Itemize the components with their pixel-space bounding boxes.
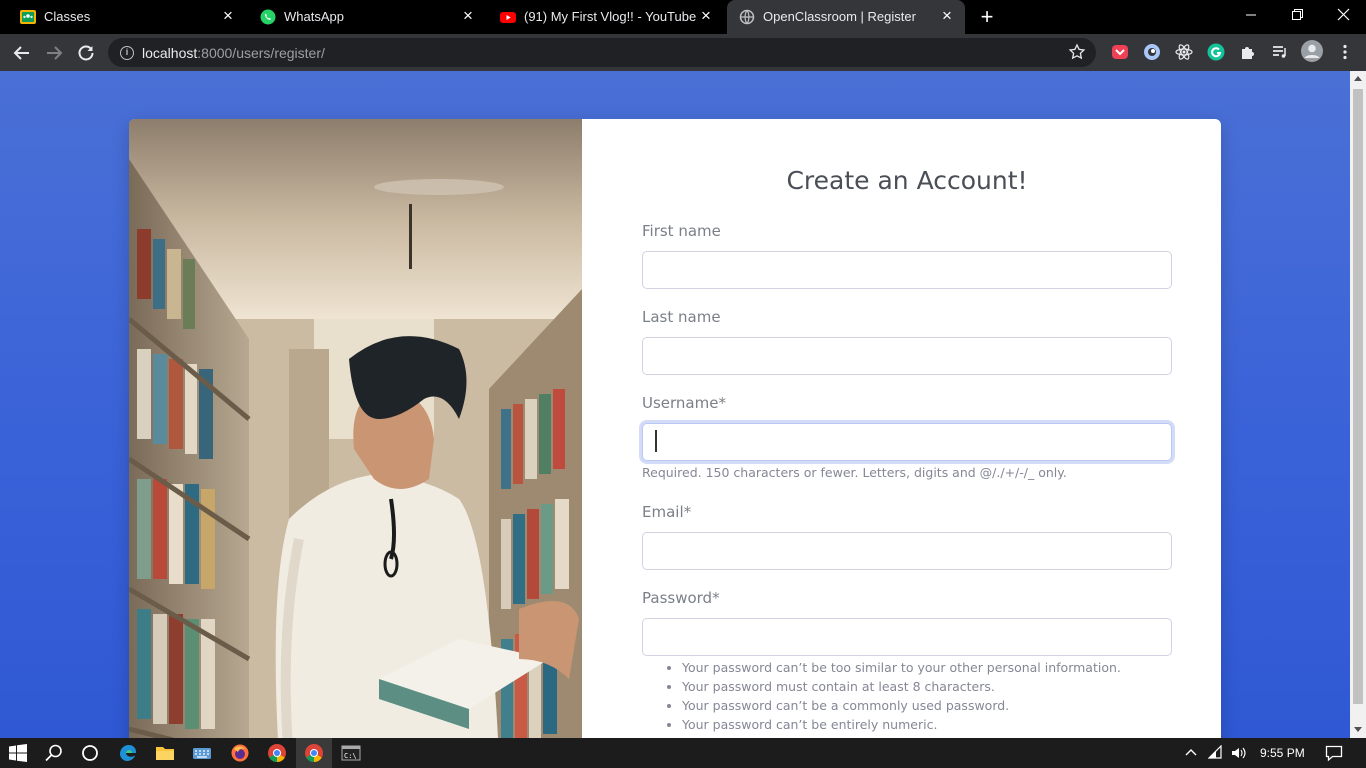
restore-button[interactable] [1274,0,1320,32]
scrollbar-thumb[interactable] [1353,89,1363,704]
pocket-extension-icon[interactable] [1111,43,1129,61]
minimize-button[interactable] [1228,0,1274,32]
cortana-icon[interactable] [80,743,100,763]
email-label: Email* [642,503,692,521]
forward-arrow-icon[interactable] [40,39,68,67]
email-field[interactable] [642,532,1172,570]
last-name-field[interactable] [642,337,1172,375]
close-tab-icon[interactable]: × [458,6,478,26]
password-rule: Your password must contain at least 8 ch… [682,679,1121,698]
page-scrollbar[interactable] [1350,71,1366,738]
password-rule: Your password can’t be entirely numeric. [682,717,1121,736]
tab-title: OpenClassroom | Register [763,9,916,24]
tab-whatsapp[interactable]: WhatsApp × [248,0,486,34]
extension-circle-icon[interactable] [1143,43,1161,61]
first-name-label: First name [642,222,721,240]
tab-title: (91) My First Vlog!! - YouTube [524,9,697,24]
more-menu-icon[interactable] [1336,43,1354,61]
scroll-up-icon[interactable] [1354,76,1362,81]
password-rules-list: Your password can’t be too similar to yo… [682,660,1121,736]
youtube-icon [500,12,516,23]
react-devtools-icon[interactable] [1175,43,1193,61]
firefox-icon[interactable] [230,743,250,763]
chrome-icon[interactable] [267,743,287,763]
chevron-up-icon[interactable] [1183,745,1199,761]
close-tab-icon[interactable]: × [218,6,238,26]
page-title: Create an Account! [786,166,1028,195]
first-name-field[interactable] [642,251,1172,289]
profile-avatar-icon[interactable] [1301,40,1323,62]
register-form: Create an Account! First name Last name … [582,119,1221,738]
back-arrow-icon[interactable] [8,39,36,67]
tab-title: WhatsApp [284,9,344,24]
tab-title: Classes [44,9,91,24]
bookmark-star-icon[interactable] [1068,43,1086,61]
text-caret [655,430,657,452]
restore-icon [1292,9,1303,20]
close-tab-icon[interactable]: × [696,6,716,26]
close-tab-icon[interactable]: × [937,6,957,26]
globe-icon [739,9,755,25]
close-window-button[interactable] [1320,0,1366,32]
keyboard-app-icon[interactable] [192,743,212,763]
grammarly-icon[interactable] [1207,43,1225,61]
tab-classes[interactable]: Classes × [8,0,246,34]
close-icon [1337,8,1350,21]
password-rule: Your password can’t be too similar to yo… [682,660,1121,679]
address-bar[interactable]: i localhost:8000/users/register/ [108,38,1096,67]
scroll-down-icon[interactable] [1354,727,1362,732]
password-field[interactable] [642,618,1172,656]
tab-strip: Classes × WhatsApp × (91) My First Vlog!… [0,0,1366,34]
site-info-icon[interactable]: i [120,46,134,60]
edge-icon[interactable] [118,743,138,763]
browser-toolbar: i localhost:8000/users/register/ [0,34,1366,71]
extensions-puzzle-icon[interactable] [1239,43,1257,61]
svg-text:C:\: C:\ [344,752,357,760]
register-card: Create an Account! First name Last name … [129,119,1221,738]
media-queue-icon[interactable] [1271,43,1289,61]
command-prompt-icon[interactable]: C:\ [341,743,361,763]
wifi-icon[interactable] [1208,745,1224,761]
password-rule: Your password can’t be a commonly used p… [682,698,1121,717]
chrome-running-icon[interactable] [304,743,324,763]
username-help-text: Required. 150 characters or fewer. Lette… [642,465,1067,480]
whatsapp-icon [260,9,276,25]
page-viewport: Create an Account! First name Last name … [0,71,1350,738]
last-name-label: Last name [642,308,721,326]
password-label: Password* [642,589,720,607]
notifications-icon[interactable] [1325,744,1343,762]
reload-icon[interactable] [72,39,100,67]
tab-youtube[interactable]: (91) My First Vlog!! - YouTube × [488,0,724,34]
url-text: localhost:8000/users/register/ [142,45,325,61]
username-field[interactable] [642,423,1172,461]
windows-start-icon[interactable] [8,743,28,763]
search-icon[interactable] [44,743,64,763]
minimize-icon [1246,14,1256,16]
volume-icon[interactable] [1231,745,1247,761]
username-label: Username* [642,394,726,412]
library-student-image [129,119,582,738]
new-tab-button[interactable]: + [975,5,999,29]
taskbar-clock[interactable]: 9:55 PM [1260,746,1305,760]
google-classroom-icon [20,10,36,24]
file-explorer-icon[interactable] [155,743,175,763]
windows-taskbar: C:\ 9:55 PM [0,738,1366,768]
tab-register[interactable]: OpenClassroom | Register × [727,0,965,34]
